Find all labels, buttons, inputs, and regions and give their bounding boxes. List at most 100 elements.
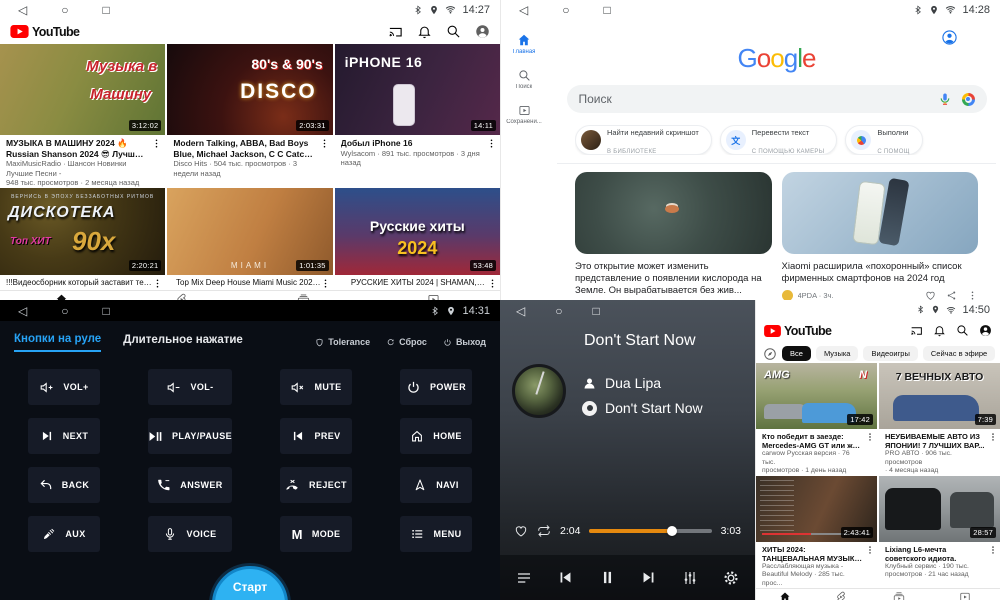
nav-recents-key[interactable]: □ (102, 4, 109, 16)
video-card[interactable]: 80's & 90's DISCO 2:03:31 Modern Talking… (167, 44, 332, 188)
chip-music[interactable]: Музыка (816, 346, 859, 361)
nav-recents-key[interactable]: □ (592, 304, 599, 318)
news-image[interactable] (782, 172, 979, 254)
nav-shorts[interactable]: Shorts (832, 591, 851, 600)
key-play-pause[interactable]: PLAY/PAUSE (148, 418, 232, 454)
share-icon[interactable] (946, 290, 957, 300)
tab-wheel-buttons[interactable]: Кнопки на руле (14, 333, 101, 352)
video-card[interactable]: AMG N 17:42 Кто победит в заезде: Merced… (756, 363, 877, 476)
video-card[interactable]: iPHONE 16 14:11 Добыл iPhone 16 Wylsacom… (335, 44, 500, 188)
key-answer[interactable]: ANSWER (148, 467, 232, 503)
tolerance-button[interactable]: Tolerance (315, 337, 370, 347)
progress-bar[interactable] (589, 529, 711, 533)
nav-recents-key[interactable]: □ (603, 4, 610, 16)
search-icon[interactable] (446, 24, 461, 39)
chip-live[interactable]: Сейчас в эфире (923, 346, 995, 361)
more-options-icon[interactable] (151, 138, 162, 149)
key-vol-up[interactable]: VOL+ (28, 369, 100, 405)
chip-task[interactable]: ВыполниС ПОМОЩ (845, 125, 922, 155)
previous-track-icon[interactable] (557, 569, 574, 586)
key-reject[interactable]: REJECT (280, 467, 352, 503)
more-options-icon[interactable] (486, 138, 497, 149)
nav-back-key[interactable]: ◁ (18, 4, 27, 16)
video-thumbnail[interactable]: 80's & 90's DISCO 2:03:31 (167, 44, 332, 135)
video-card[interactable]: 28:57 Lixiang L6-мечта советского идиота… (879, 476, 1000, 589)
voice-search-icon[interactable] (938, 92, 952, 106)
pause-icon[interactable] (599, 569, 616, 586)
notifications-icon[interactable] (417, 24, 432, 39)
search-bar[interactable]: Поиск (567, 85, 987, 113)
video-thumbnail[interactable]: 2:43:41 (756, 476, 877, 542)
nav-subscriptions[interactable]: Подписки (885, 591, 914, 600)
nav-shorts[interactable]: Shorts (172, 293, 191, 301)
google-lens-icon[interactable] (962, 93, 975, 106)
nav-home-key[interactable]: ○ (555, 304, 562, 318)
video-thumbnail[interactable]: ВЕРНИСЬ В ЭПОХУ БЕЗЗАБОТНЫХ РИТМОВ ДИСКО… (0, 188, 165, 275)
chip-gaming[interactable]: Видеоигры (863, 346, 917, 361)
repeat-icon[interactable] (537, 524, 551, 538)
more-options-icon[interactable] (865, 432, 875, 442)
nav-home-key[interactable]: ○ (61, 4, 68, 16)
key-aux[interactable]: AUX (28, 516, 100, 552)
next-track-icon[interactable] (640, 569, 657, 586)
search-icon[interactable] (956, 324, 969, 337)
rail-home[interactable]: Главная (501, 33, 547, 55)
queue-list-icon[interactable] (516, 570, 532, 586)
video-card[interactable]: ВЕРНИСЬ В ЭПОХУ БЕЗЗАБОТНЫХ РИТМОВ ДИСКО… (0, 188, 165, 290)
key-prev[interactable]: PREV (280, 418, 352, 454)
key-navi[interactable]: NAVI (400, 467, 472, 503)
youtube-logo[interactable]: YouTube (10, 25, 79, 39)
equalizer-icon[interactable] (682, 570, 698, 586)
favorite-icon[interactable] (514, 524, 528, 538)
news-card[interactable]: Xiaomi расширила «похоронный» список фир… (782, 172, 979, 300)
news-image[interactable] (575, 172, 772, 254)
more-options-icon[interactable] (487, 278, 498, 289)
key-home[interactable]: HOME (400, 418, 472, 454)
video-thumbnail[interactable]: 28:57 (879, 476, 1000, 542)
video-card[interactable]: Русские хиты 2024 53:48 РУССКИЕ ХИТЫ 202… (335, 188, 500, 290)
nav-home[interactable]: Главная (773, 591, 798, 600)
cast-icon[interactable] (910, 324, 923, 337)
key-voice[interactable]: VOICE (148, 516, 232, 552)
more-options-icon[interactable] (988, 545, 998, 555)
more-options-icon[interactable] (320, 278, 331, 289)
cast-icon[interactable] (388, 24, 403, 39)
key-power[interactable]: POWER (400, 369, 472, 405)
nav-recents-key[interactable]: □ (102, 305, 109, 317)
key-back[interactable]: BACK (28, 467, 100, 503)
video-thumbnail[interactable]: Русские хиты 2024 53:48 (335, 188, 500, 275)
settings-gear-icon[interactable] (723, 570, 739, 586)
nav-back-key[interactable]: ◁ (18, 305, 27, 317)
youtube-logo[interactable]: YouTube (764, 324, 831, 338)
nav-back-key[interactable]: ◁ (519, 4, 528, 16)
more-options-icon[interactable] (865, 545, 875, 555)
chip-translate[interactable]: 文 Перевести текстС ПОМОЩЬЮ КАМЕРЫ (720, 125, 838, 155)
exit-button[interactable]: Выход (443, 337, 486, 347)
video-card[interactable]: MIAMI 1:01:35 Top Mix Deep House Miami M… (167, 188, 332, 290)
key-menu[interactable]: MENU (400, 516, 472, 552)
player-progress-knob[interactable] (667, 526, 677, 536)
tab-long-press[interactable]: Длительное нажатие (123, 334, 243, 351)
video-thumbnail[interactable]: Музыка в Машину 3:12:02 (0, 44, 165, 135)
explore-compass-icon[interactable] (763, 347, 777, 361)
video-thumbnail[interactable]: 7 ВЕЧНЫХ АВТО 7:39 (879, 363, 1000, 429)
nav-back-key[interactable]: ◁ (516, 304, 525, 318)
more-options-icon[interactable] (967, 290, 978, 300)
nav-home-key[interactable]: ○ (61, 305, 68, 317)
account-icon[interactable] (941, 29, 958, 46)
more-options-icon[interactable] (988, 432, 998, 442)
video-thumbnail[interactable]: MIAMI 1:01:35 (167, 188, 332, 275)
like-icon[interactable] (925, 290, 936, 300)
news-card[interactable]: Это открытие может изменить представлени… (575, 172, 772, 300)
nav-library[interactable]: Библиотека (416, 293, 451, 301)
start-button[interactable]: Старт (212, 566, 288, 600)
key-vol-down[interactable]: VOL- (148, 369, 232, 405)
rail-search[interactable]: Поиск (501, 69, 547, 90)
more-options-icon[interactable] (152, 278, 163, 289)
nav-library[interactable]: Библиотека (948, 591, 983, 600)
avatar[interactable] (475, 24, 490, 39)
rail-saved[interactable]: Сохранени... (501, 104, 547, 125)
video-card[interactable]: 7 ВЕЧНЫХ АВТО 7:39 НЕУБИВАЕМЫЕ АВТО ИЗ Я… (879, 363, 1000, 476)
video-card[interactable]: Музыка в Машину 3:12:02 МУЗЫКА В МАШИНУ … (0, 44, 165, 188)
key-next[interactable]: NEXT (28, 418, 100, 454)
